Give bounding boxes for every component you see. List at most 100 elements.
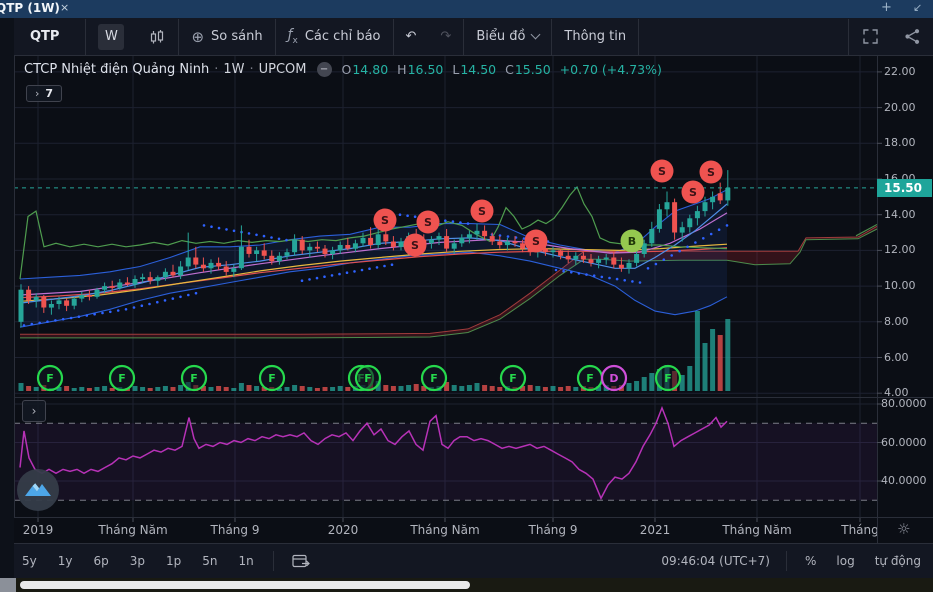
f-flag-marker[interactable]: F: [501, 366, 525, 390]
range-3m[interactable]: 3p: [128, 553, 147, 569]
hide-series-icon[interactable]: −: [317, 62, 332, 77]
f-flag-marker[interactable]: F: [422, 366, 446, 390]
f-flag-marker[interactable]: F: [356, 366, 380, 390]
redo-button[interactable]: ↷: [428, 19, 463, 55]
svg-text:F: F: [586, 372, 594, 385]
range-1m[interactable]: 1p: [164, 553, 183, 569]
legend-separator: ·: [249, 62, 253, 77]
sell-marker[interactable]: S: [417, 211, 440, 234]
sell-marker[interactable]: S: [471, 199, 494, 222]
indicators-button[interactable]: ƒx Các chỉ báo: [276, 19, 393, 55]
time-label: Tháng: [841, 523, 877, 537]
symbol-button[interactable]: QTP: [14, 19, 85, 55]
f-flag-marker[interactable]: F: [182, 366, 206, 390]
open-value: 14.80: [352, 62, 388, 77]
divider: [273, 551, 274, 571]
sell-marker[interactable]: S: [525, 229, 548, 252]
time-label: Tháng Năm: [410, 523, 479, 537]
rsi-tick: 40.0000: [881, 474, 927, 487]
interval-button[interactable]: W: [86, 19, 136, 55]
log-scale-button[interactable]: log: [834, 553, 856, 569]
f-flag-marker[interactable]: F: [578, 366, 602, 390]
new-tab-icon[interactable]: +: [881, 0, 892, 15]
close-value: 15.50: [515, 62, 551, 77]
sell-marker[interactable]: S: [374, 209, 397, 232]
auto-scale-button[interactable]: tự động: [873, 553, 923, 569]
indicators-expand-button[interactable]: › 7: [26, 85, 62, 102]
chart-menu-label: Biểu đồ: [476, 29, 525, 44]
go-to-date-icon[interactable]: [291, 552, 311, 570]
f-flag-marker[interactable]: F: [260, 366, 284, 390]
compare-button[interactable]: ⊕ So sánh: [179, 19, 274, 55]
fullscreen-icon: [861, 27, 880, 46]
svg-text:F: F: [46, 372, 54, 385]
time-label: 2020: [328, 523, 359, 537]
rsi-tick: 60.0000: [881, 436, 927, 449]
low-label: L: [452, 62, 459, 77]
rsi-pane-expand-button[interactable]: ›: [22, 400, 46, 422]
trading-terminal: { "browser_tab": {"title":"QTP (1W)","cl…: [0, 0, 933, 592]
rsi-axis[interactable]: 80.000060.000040.0000: [881, 0, 933, 518]
left-edge-strip: [0, 18, 14, 578]
clock-readout[interactable]: 09:46:04 (UTC+7): [661, 554, 770, 568]
chart-style-button[interactable]: [136, 19, 178, 55]
svg-text:F: F: [364, 372, 372, 385]
fullscreen-button[interactable]: [849, 19, 892, 55]
sell-marker[interactable]: S: [404, 234, 427, 257]
d-flag-marker[interactable]: D: [602, 366, 626, 390]
range-1y[interactable]: 1y: [56, 553, 75, 569]
info-button[interactable]: Thông tin: [552, 19, 638, 55]
svg-text:B: B: [628, 235, 636, 248]
time-label: Tháng 9: [529, 523, 578, 537]
share-button[interactable]: [892, 19, 933, 55]
sell-marker[interactable]: S: [700, 161, 723, 184]
sell-marker[interactable]: S: [682, 181, 705, 204]
chart-canvas[interactable]: SSSSSSSSBFFFFFFFFFFD: [0, 0, 933, 592]
svg-text:D: D: [609, 372, 618, 385]
time-label: Tháng 9: [211, 523, 260, 537]
chevron-down-icon: [531, 30, 541, 40]
scroll-corner[interactable]: [0, 578, 16, 592]
tab-title[interactable]: QTP (1W): [0, 1, 60, 15]
sell-marker[interactable]: S: [651, 159, 674, 182]
horizontal-scrollbar[interactable]: [20, 581, 470, 589]
candlestick-icon: [148, 28, 166, 46]
interval-label: W: [98, 24, 124, 50]
browser-tab-bar: QTP (1W) × + ↙: [0, 0, 933, 18]
symbol-label: QTP: [30, 29, 59, 44]
change-value: +0.70 (+4.73%): [560, 62, 662, 77]
svg-text:F: F: [430, 372, 438, 385]
compare-label: So sánh: [211, 29, 263, 44]
svg-text:F: F: [268, 372, 276, 385]
time-label: 2019: [23, 523, 54, 537]
indicators-label: Các chỉ báo: [305, 29, 381, 44]
time-label: 2021: [640, 523, 671, 537]
symbol-description[interactable]: CTCP Nhiệt điện Quảng Ninh: [24, 62, 209, 77]
percent-scale-button[interactable]: %: [803, 553, 818, 569]
axis-settings-group: 09:46:04 (UTC+7) % log tự động: [661, 551, 923, 571]
legend-exchange: UPCOM: [259, 62, 307, 77]
collapse-window-icon[interactable]: ↙: [913, 1, 922, 14]
axis-settings-sun-icon[interactable]: ☼: [897, 520, 910, 538]
undo-button[interactable]: ↶: [394, 19, 429, 55]
f-flag-marker[interactable]: F: [110, 366, 134, 390]
fx-icon: ƒx: [288, 27, 298, 46]
low-value: 14.50: [460, 62, 496, 77]
range-5d[interactable]: 5n: [200, 553, 219, 569]
svg-text:F: F: [118, 372, 126, 385]
close-label: C: [505, 62, 514, 77]
range-6m[interactable]: 6p: [92, 553, 111, 569]
time-axis[interactable]: 2019 Tháng Năm Tháng 9 2020 Tháng Năm Tháng 9…: [0, 518, 877, 543]
chart-menu-button[interactable]: Biểu đồ: [464, 19, 551, 55]
buy-marker[interactable]: B: [621, 229, 644, 252]
svg-text:F: F: [190, 372, 198, 385]
time-label: Tháng Năm: [722, 523, 791, 537]
tab-close-icon[interactable]: ×: [60, 1, 69, 14]
time-label: Tháng Năm: [98, 523, 167, 537]
range-1d[interactable]: 1n: [237, 553, 256, 569]
bottom-toolbar: 5y 1y 6p 3p 1p 5n 1n 09:46:04 (UTC+7) % …: [0, 544, 933, 578]
f-flag-marker[interactable]: F: [656, 366, 680, 390]
range-5y[interactable]: 5y: [20, 553, 39, 569]
ohlc-values: O14.80 H16.50 L14.50 C15.50 +0.70 (+4.73…: [342, 62, 662, 77]
f-flag-marker[interactable]: F: [38, 366, 62, 390]
